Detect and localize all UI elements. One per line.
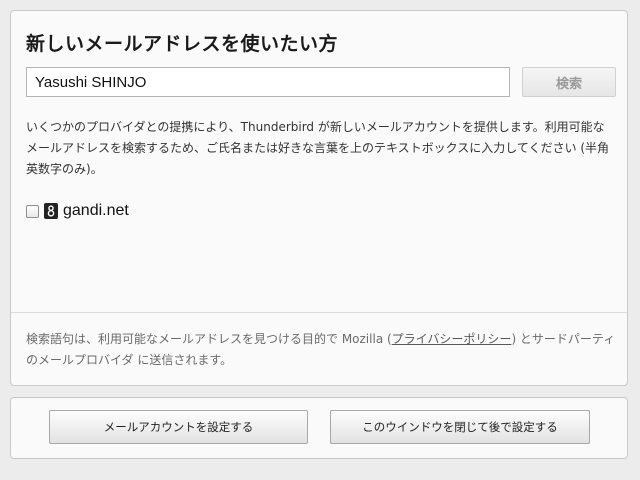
privacy-note-before: 検索語句は、利用可能なメールアドレスを見つける目的で Mozilla (	[26, 332, 392, 346]
provider-checkbox[interactable]	[26, 204, 39, 218]
privacy-note: 検索語句は、利用可能なメールアドレスを見つける目的で Mozilla (プライバ…	[26, 329, 616, 371]
provider-item-gandi[interactable]: gandi.net	[26, 202, 129, 220]
divider	[11, 312, 627, 313]
close-later-button[interactable]: このウインドウを閉じて後で設定する	[330, 410, 590, 444]
description-text: いくつかのプロバイダとの提携により、Thunderbird が新しいメールアカウ…	[26, 120, 610, 176]
name-search-input[interactable]	[26, 67, 510, 97]
privacy-policy-link[interactable]: プライバシーポリシー	[392, 332, 512, 346]
new-address-panel: 新しいメールアドレスを使いたい方 検索 いくつかのプロバイダとの提携により、Th…	[10, 10, 628, 386]
search-button[interactable]: 検索	[522, 67, 616, 97]
footer-panel: メールアカウントを設定する このウインドウを閉じて後で設定する	[10, 397, 628, 459]
page-title: 新しいメールアドレスを使いたい方	[26, 33, 339, 55]
provider-label: gandi.net	[63, 202, 129, 219]
setup-account-button[interactable]: メールアカウントを設定する	[49, 410, 308, 444]
gandi-logo-icon	[44, 203, 58, 219]
